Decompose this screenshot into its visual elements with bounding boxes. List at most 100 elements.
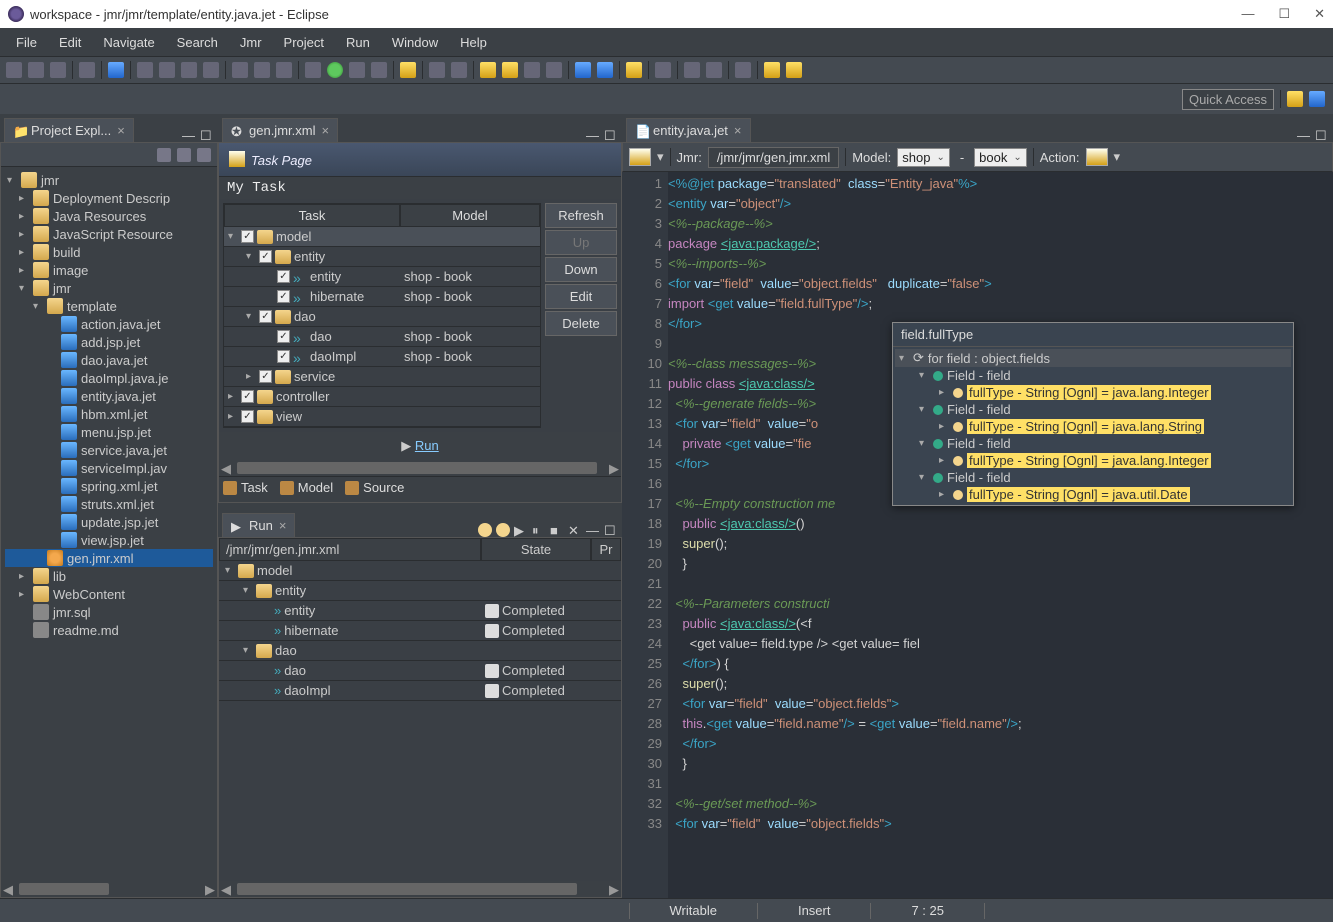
checkbox[interactable]: ✓ — [241, 410, 254, 423]
outline-icon[interactable] — [684, 62, 700, 78]
close-tab-icon[interactable]: × — [117, 123, 125, 138]
run-row[interactable]: »daoImplCompleted — [219, 681, 621, 701]
task-col-model[interactable]: Model — [400, 204, 540, 227]
run-row[interactable]: ▾model — [219, 561, 621, 581]
new-icon[interactable] — [6, 62, 22, 78]
popup-item[interactable]: ▸fullType - String [Ognl] = java.lang.In… — [895, 452, 1291, 469]
tree-item[interactable]: ▾jmr — [5, 279, 213, 297]
down-button[interactable]: Down — [545, 257, 617, 282]
new-package-icon[interactable] — [451, 62, 467, 78]
jmr-path-input[interactable]: /jmr/jmr/gen.jmr.xml — [708, 147, 839, 168]
tree-item[interactable]: readme.md — [5, 621, 213, 639]
back-icon[interactable] — [764, 62, 780, 78]
checkbox[interactable]: ✓ — [259, 310, 272, 323]
forward-icon[interactable] — [786, 62, 802, 78]
checkbox[interactable]: ✓ — [259, 250, 272, 263]
debug-icon[interactable] — [305, 62, 321, 78]
menu-edit[interactable]: Edit — [51, 31, 89, 54]
perspective2-icon[interactable] — [1309, 91, 1325, 107]
checkbox[interactable]: ✓ — [277, 330, 290, 343]
refresh-button[interactable]: Refresh — [545, 203, 617, 228]
tool-icon[interactable] — [108, 62, 124, 78]
tree-item[interactable]: add.jsp.jet — [5, 333, 213, 351]
tab-model[interactable]: Model — [280, 480, 333, 495]
maximize-view-icon[interactable]: ☐ — [604, 523, 618, 537]
run-col-state[interactable]: State — [481, 538, 591, 561]
web-icon[interactable] — [575, 62, 591, 78]
tree-item[interactable]: dao.java.jet — [5, 351, 213, 369]
minimize-view-icon[interactable]: — — [586, 523, 600, 537]
task-row[interactable]: ▾✓dao — [224, 307, 540, 327]
maximize-view-icon[interactable]: ☐ — [604, 128, 618, 142]
checkbox[interactable]: ✓ — [277, 290, 290, 303]
task-row[interactable]: ✓»hibernateshop - book — [224, 287, 540, 307]
scrollbar-horizontal[interactable]: ◀▶ — [219, 881, 621, 897]
disconnect-icon[interactable] — [203, 62, 219, 78]
pause-icon[interactable]: ⏸ — [532, 523, 546, 537]
resume-icon[interactable] — [137, 62, 153, 78]
action-button-icon[interactable] — [1086, 148, 1108, 166]
minimize-view-icon[interactable]: — — [1297, 128, 1311, 142]
checkbox[interactable]: ✓ — [241, 230, 254, 243]
tree-item[interactable]: service.java.jet — [5, 441, 213, 459]
scrollbar-horizontal[interactable]: ◀▶ — [1, 881, 217, 897]
tree-item[interactable]: daoImpl.java.je — [5, 369, 213, 387]
save-icon[interactable] — [28, 62, 44, 78]
link-editor-icon[interactable] — [177, 148, 191, 162]
task-row[interactable]: ✓»entityshop - book — [224, 267, 540, 287]
tab-run[interactable]: ▶ Run × — [222, 513, 295, 537]
up-button[interactable]: Up — [545, 230, 617, 255]
globe-icon[interactable] — [79, 62, 95, 78]
close-tab-icon[interactable]: × — [734, 123, 742, 138]
perspective-icon[interactable] — [1287, 91, 1303, 107]
tree-item[interactable]: ▸build — [5, 243, 213, 261]
run-row[interactable]: ▾dao — [219, 641, 621, 661]
new-server-icon[interactable] — [400, 62, 416, 78]
menu-project[interactable]: Project — [276, 31, 332, 54]
jmr-tool-icon[interactable] — [524, 62, 540, 78]
tree-item[interactable]: ▸JavaScript Resource — [5, 225, 213, 243]
scrollbar-horizontal[interactable]: ◀▶ — [219, 460, 621, 476]
run-row[interactable]: »daoCompleted — [219, 661, 621, 681]
save-all-icon[interactable] — [50, 62, 66, 78]
tree-item[interactable]: update.jsp.jet — [5, 513, 213, 531]
popup-item[interactable]: ▾Field - field — [895, 435, 1291, 452]
popup-item[interactable]: ▸fullType - String [Ognl] = java.lang.In… — [895, 384, 1291, 401]
maximize-view-icon[interactable]: ☐ — [1315, 128, 1329, 142]
code-content[interactable]: <%@jet package="translated" class="Entit… — [668, 172, 1333, 898]
menu-run[interactable]: Run — [338, 31, 378, 54]
minimize-icon[interactable]: — — [1241, 6, 1254, 22]
tree-item[interactable]: ▸Deployment Descrip — [5, 189, 213, 207]
menu-navigate[interactable]: Navigate — [95, 31, 162, 54]
pause-icon[interactable] — [159, 62, 175, 78]
step-into-icon[interactable] — [232, 62, 248, 78]
task-row[interactable]: ▾✓model — [224, 227, 540, 247]
minimize-view-icon[interactable]: — — [586, 128, 600, 142]
tree-item[interactable]: action.java.jet — [5, 315, 213, 333]
edit-button[interactable]: Edit — [545, 284, 617, 309]
menu-help[interactable]: Help — [452, 31, 495, 54]
maximize-view-icon[interactable]: ☐ — [200, 128, 214, 142]
maximize-icon[interactable]: ☐ — [1278, 6, 1290, 22]
help1-icon[interactable] — [478, 523, 492, 537]
task-row[interactable]: ▸✓service — [224, 367, 540, 387]
model-select-1[interactable]: shop⌄ — [897, 148, 950, 167]
menu-window[interactable]: Window — [384, 31, 446, 54]
tree-item[interactable]: ▸Java Resources — [5, 207, 213, 225]
step-over-icon[interactable] — [254, 62, 270, 78]
coverage-icon[interactable] — [349, 62, 365, 78]
model-select-2[interactable]: book⌄ — [974, 148, 1027, 167]
tree-item[interactable]: struts.xml.jet — [5, 495, 213, 513]
checkbox[interactable]: ✓ — [277, 270, 290, 283]
tab-gen-xml[interactable]: ✪ gen.jmr.xml × — [222, 118, 338, 142]
tab-task[interactable]: Task — [223, 480, 268, 495]
task-row[interactable]: ✓»daoImplshop - book — [224, 347, 540, 367]
tree-item[interactable]: spring.xml.jet — [5, 477, 213, 495]
tree-item[interactable]: ▸WebContent — [5, 585, 213, 603]
tab-entity-jet[interactable]: 📄 entity.java.jet × — [626, 118, 751, 142]
close-tab-icon[interactable]: × — [279, 518, 287, 533]
editor-action-icon[interactable] — [629, 148, 651, 166]
popup-item[interactable]: ▸fullType - String [Ognl] = java.lang.St… — [895, 418, 1291, 435]
external-tools-icon[interactable] — [371, 62, 387, 78]
tab-project-explorer[interactable]: 📁 Project Expl... × — [4, 118, 134, 142]
